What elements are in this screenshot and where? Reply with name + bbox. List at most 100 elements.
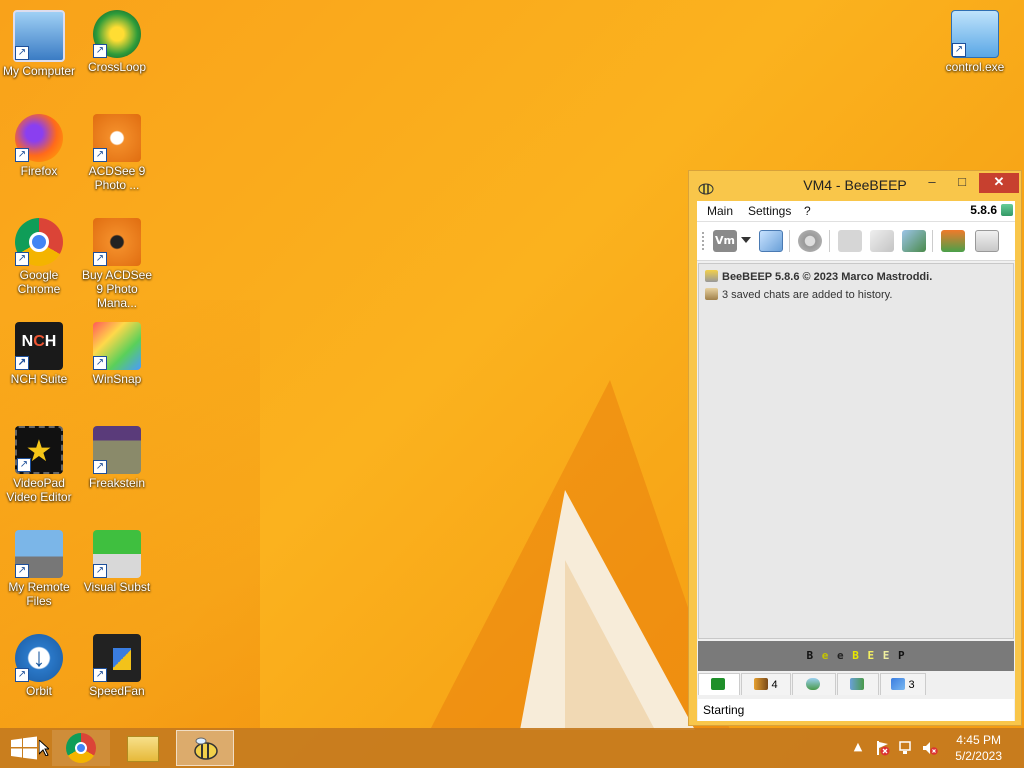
start-button[interactable]: [10, 736, 38, 760]
tab-users[interactable]: 4: [741, 673, 791, 695]
edit-profile-icon[interactable]: [759, 230, 783, 252]
window-body: Main Settings ? 5.8.6 Vm BeeBEEP 5.8.6 ©…: [697, 201, 1015, 721]
broadcast-icon[interactable]: [798, 230, 822, 252]
chat-text: BeeBEEP 5.8.6 © 2023 Marco Mastroddi.: [722, 271, 933, 283]
toolbar-grip: [702, 232, 707, 250]
banner-letter: E: [882, 649, 891, 662]
message-icon[interactable]: [838, 230, 862, 252]
tray-expand-icon[interactable]: ▲: [850, 740, 866, 756]
history-icon: [705, 288, 718, 300]
desktop-icon-label: VideoPad Video Editor: [6, 476, 72, 504]
share-icon: [891, 678, 906, 690]
profile-button[interactable]: Vm: [713, 230, 737, 252]
clock-date: 5/2/2023: [955, 749, 1002, 763]
desktop-icon-my-computer[interactable]: ↗ My Computer: [0, 4, 78, 78]
desktop-icon-label: control.exe: [945, 60, 1005, 74]
trash-icon[interactable]: [975, 230, 999, 252]
tools-icon[interactable]: [902, 230, 926, 252]
banner-letter: e: [821, 649, 830, 662]
compose-icon[interactable]: [870, 230, 894, 252]
menu-settings[interactable]: Settings: [748, 204, 791, 218]
banner-letter: E: [867, 649, 876, 662]
tab-groups[interactable]: [837, 673, 879, 695]
taskbar: ▲ 4:45 PM 5/2/2023: [0, 728, 1024, 768]
wallpaper-wedge-shadow: [565, 560, 655, 730]
taskbar-beebeep[interactable]: [176, 730, 234, 766]
desktop-icon-speedfan[interactable]: ↗ SpeedFan: [78, 628, 156, 698]
chat-text: 3 saved chats are added to history.: [722, 289, 893, 301]
tab-home[interactable]: [698, 673, 740, 695]
window-titlebar[interactable]: VM4 - BeeBEEP – □ ✕: [689, 171, 1021, 199]
desktop-icon-control[interactable]: ↗ control.exe: [936, 4, 1014, 74]
control-panel-icon: ↗: [951, 10, 999, 58]
users-icon: [754, 678, 769, 690]
bee-icon: [191, 736, 221, 762]
tab-label: 4: [771, 679, 778, 691]
status-bar: Starting: [698, 699, 1014, 721]
computer-icon: ↗: [13, 10, 65, 62]
taskbar-file-explorer[interactable]: [114, 730, 172, 766]
tab-files[interactable]: 3: [880, 673, 926, 695]
sync-icon[interactable]: [941, 230, 965, 252]
videopad-icon: ★ ↗: [15, 426, 63, 474]
desktop-icon-label: CrossLoop: [87, 60, 147, 74]
banner-letter: P: [897, 649, 906, 662]
desktop-icon-acdsee[interactable]: ↗ ACDSee 9 Photo ...: [78, 108, 156, 192]
speedfan-icon: ↗: [93, 634, 141, 682]
network-icon[interactable]: [898, 740, 914, 756]
tab-label: 3: [908, 679, 915, 691]
minimize-button[interactable]: –: [921, 173, 943, 193]
desktop-icon-firefox[interactable]: ↗ Firefox: [0, 108, 78, 178]
menu-main[interactable]: Main: [707, 204, 733, 218]
beebeep-window: VM4 - BeeBEEP – □ ✕ Main Settings ? 5.8.…: [688, 170, 1022, 726]
desktop-icon-visual-subst[interactable]: ↗ Visual Subst: [78, 524, 156, 594]
desktop-icon-label: Firefox: [20, 164, 58, 178]
desktop-icon-remote-files[interactable]: ↗ My Remote Files: [0, 524, 78, 608]
update-icon: [1001, 204, 1013, 216]
action-center-icon[interactable]: [874, 740, 890, 756]
banner-letter: B: [852, 649, 860, 662]
clock-time: 4:45 PM: [956, 733, 1001, 747]
desktop-icon-freakstein[interactable]: ↗ Freakstein: [78, 420, 156, 490]
desktop-icon-acdsee-buy[interactable]: ↗ Buy ACDSee 9 Photo Mana...: [78, 212, 156, 310]
desktop-icon-nch[interactable]: NCH ↗ NCH Suite: [0, 316, 78, 386]
bee-icon: [705, 270, 718, 282]
volume-muted-icon[interactable]: [922, 740, 938, 756]
system-clock[interactable]: 4:45 PM 5/2/2023: [955, 732, 1002, 764]
orbit-icon: ↓ ↗: [15, 634, 63, 682]
remote-files-icon: ↗: [15, 530, 63, 578]
acdsee-icon: ↗: [93, 114, 141, 162]
chrome-icon: [66, 733, 96, 763]
close-button[interactable]: ✕: [979, 173, 1019, 193]
firefox-icon: ↗: [15, 114, 63, 162]
bee-icon: [697, 177, 715, 195]
bottom-tabs: 4 3: [698, 673, 1014, 697]
desktop-icon-winsnap[interactable]: ↗ WinSnap: [78, 316, 156, 386]
desktop-icon-label: Buy ACDSee 9 Photo Mana...: [81, 268, 153, 310]
chat-area[interactable]: BeeBEEP 5.8.6 © 2023 Marco Mastroddi. 3 …: [698, 263, 1014, 639]
taskbar-chrome[interactable]: [52, 730, 110, 766]
desktop-icon-chrome[interactable]: ↗ Google Chrome: [0, 212, 78, 296]
maximize-button[interactable]: □: [951, 173, 973, 193]
menu-help[interactable]: ?: [804, 204, 811, 218]
toolbar: Vm: [697, 222, 1015, 261]
banner-letter: B: [806, 649, 815, 662]
toolbar-separator: [829, 230, 830, 252]
desktop-icon-videopad[interactable]: ★ ↗ VideoPad Video Editor: [0, 420, 78, 504]
home-icon: [710, 678, 725, 690]
desktop-icon-label: My Computer: [2, 64, 76, 78]
desktop-icon-label: Google Chrome: [17, 268, 61, 296]
groups-icon: [849, 678, 864, 690]
toolbar-separator: [789, 230, 790, 252]
desktop-icon-crossloop[interactable]: ↗ CrossLoop: [78, 4, 156, 74]
desktop-icon-orbit[interactable]: ↓ ↗ Orbit: [0, 628, 78, 698]
menu-bar: Main Settings ? 5.8.6: [697, 201, 1015, 222]
banner-letter: e: [836, 649, 845, 662]
acdsee-buy-icon: ↗: [93, 218, 141, 266]
desktop-icon-label: NCH Suite: [10, 372, 68, 386]
tab-chats[interactable]: [792, 673, 836, 695]
desktop-icon-label: Orbit: [25, 684, 52, 698]
toolbar-separator: [932, 230, 933, 252]
desktop-icon-label: Visual Subst: [83, 580, 151, 594]
chevron-down-icon[interactable]: [741, 237, 751, 243]
